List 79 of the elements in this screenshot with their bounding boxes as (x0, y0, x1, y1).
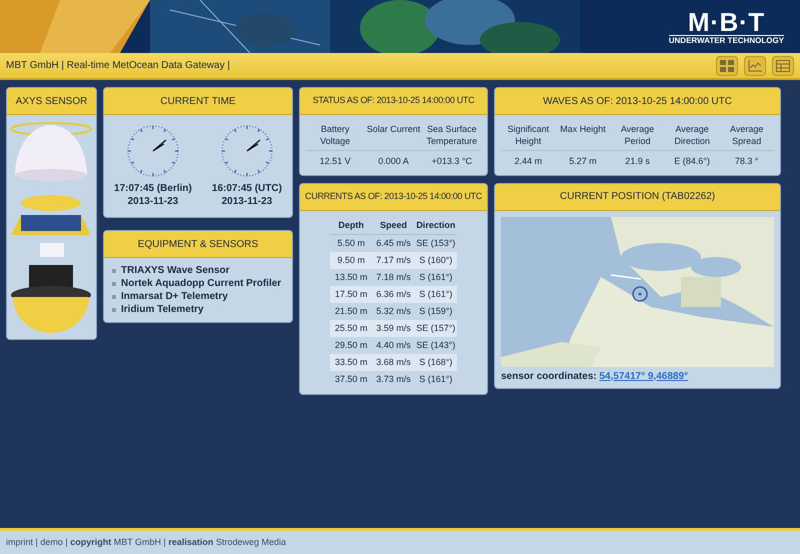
table-cell-text: 17.50 m (334, 288, 368, 301)
table-cell-text: 0.000 A (377, 155, 410, 168)
table-cell-text: S (161°) (418, 372, 454, 386)
table-cell-text: 5.27 m (568, 155, 598, 168)
clock-time: 17:07:45 (Berlin) (114, 182, 192, 195)
bullet-icon (112, 268, 116, 272)
equipment-item: TRIAXYS Wave Sensor (121, 264, 230, 277)
chart-view-button[interactable] (744, 56, 766, 76)
table-cell-text: 29.50 m (334, 338, 368, 352)
equipment-item: Inmarsat D+ Telemetry (121, 290, 228, 303)
table-cell-text: S (161°) (418, 270, 454, 284)
clock-drawing (126, 124, 180, 178)
table-cell-text: 5.32 m/s (375, 304, 412, 318)
table-view-button[interactable] (772, 56, 794, 76)
column-header: Average Period (620, 123, 656, 147)
table-cell-text: 33.50 m (334, 356, 368, 369)
table-cell-text: 4.40 m/s (375, 338, 412, 352)
grid-view-button[interactable] (716, 56, 738, 76)
clock-time: 16:07:45 (UTC) (212, 182, 282, 195)
logo-tagline: UNDERWATER TECHNOLOGY (668, 34, 784, 44)
column-header: Solar Current (366, 123, 422, 136)
column-header: Speed (378, 218, 408, 232)
table-cell-text: 6.45 m/s (375, 236, 412, 250)
table-cell-text: 7.17 m/s (375, 254, 412, 267)
panel-title: WAVES AS OF: 2013-10-25 14:00:00 UTC (543, 94, 732, 108)
column-header: Sea Surface Temperature (426, 123, 478, 147)
table-cell-text: 9.50 m (336, 254, 366, 267)
site-title: MBT GmbH | Real-time MetOcean Data Gateway | (6, 59, 230, 73)
table-cell-text: 78.3 ° (734, 155, 760, 168)
table-cell-text: 6.36 m/s (375, 288, 412, 301)
table-cell-text: 13.50 m (334, 270, 368, 284)
table-cell-text: 2.44 m (514, 155, 544, 168)
table-cell-text: 3.59 m/s (375, 322, 412, 335)
panel-title: AXYS SENSOR (16, 94, 88, 108)
coordinates-text: sensor coordinates: 54,57417° 9,46889° (501, 370, 690, 384)
column-header: Significant Height (506, 123, 550, 147)
table-cell-text: 12.51 V (318, 155, 352, 168)
column-header: Max Height (559, 123, 607, 136)
table-cell-text: 21.50 m (334, 304, 368, 318)
panel-title: CURRENTS AS OF: 2013-10-25 14:00:00 UTC (305, 190, 482, 203)
clock-drawing (220, 124, 274, 178)
table-cell-text: S (160°) (418, 254, 454, 267)
table-cell-text: 21.9 s (624, 155, 651, 168)
column-header: Battery Voltage (319, 123, 352, 147)
table-cell-text: 3.68 m/s (375, 356, 412, 369)
table-cell-text: +013.3 °C (430, 155, 474, 168)
table-cell-text: SE (157°) (415, 322, 456, 335)
panel-title: CURRENT TIME (160, 94, 236, 108)
bullet-icon (112, 294, 116, 298)
column-header: Direction (415, 218, 456, 232)
table-cell-text: S (159°) (418, 304, 454, 318)
panel-title: CURRENT POSITION (TAB02262) (560, 190, 716, 204)
table-cell-text: SE (143°) (415, 338, 456, 352)
equipment-item: Nortek Aquadopp Current Profiler (121, 277, 282, 290)
footer-text: imprint | demo | copyright MBT GmbH | realisation Strodeweg Media (6, 536, 286, 549)
line-chart-icon (748, 60, 762, 72)
grid-icon (720, 60, 734, 72)
table-cell-text: S (161°) (418, 288, 454, 301)
clock-date: 2013-11-23 (128, 195, 178, 208)
table-cell-text: SE (153°) (415, 236, 456, 250)
table-cell-text: 37.50 m (334, 372, 368, 386)
table-cell-text: 3.73 m/s (375, 372, 412, 386)
table-cell-text: S (168°) (418, 356, 454, 369)
table-cell-text: 25.50 m (334, 322, 368, 335)
clock-date: 2013-11-23 (222, 195, 272, 208)
table-cell-text: 5.50 m (336, 236, 366, 250)
table-icon (776, 60, 790, 72)
bullet-icon (112, 308, 116, 312)
table-cell-text: E (84.6°) (673, 155, 711, 168)
panel-title: EQUIPMENT & SENSORS (138, 238, 258, 252)
column-header: Average Direction (673, 123, 711, 147)
bullet-icon (112, 282, 116, 286)
column-header: Average Spread (729, 123, 764, 147)
table-cell-text: 7.18 m/s (375, 270, 412, 284)
company-logo[interactable]: M·B·T UNDERWATER TECHNOLOGY (668, 8, 784, 44)
column-header: Depth (337, 218, 365, 232)
panel-title: STATUS AS OF: 2013-10-25 14:00:00 UTC (312, 94, 474, 108)
equipment-item: Iridium Telemetry (121, 303, 204, 316)
logo-mark: M·B·T (688, 8, 765, 34)
